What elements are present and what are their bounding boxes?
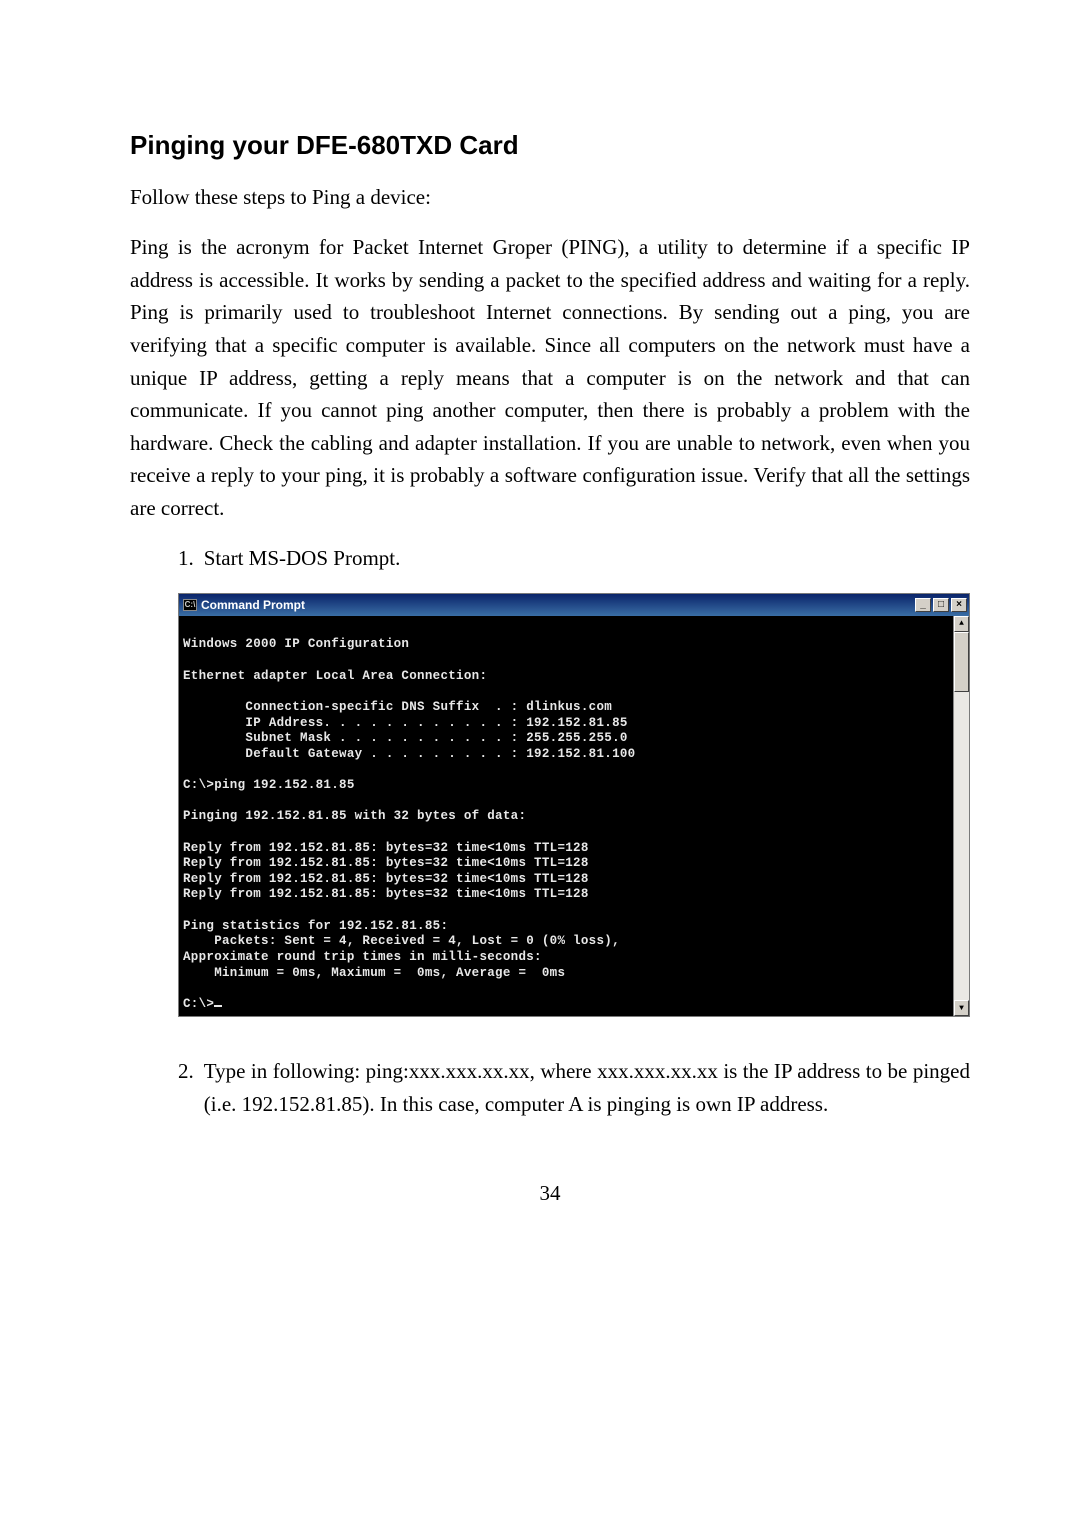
titlebar-left: C:\ Command Prompt (183, 598, 305, 612)
minimize-button[interactable]: _ (915, 598, 931, 612)
terminal-screenshot: C:\ Command Prompt _ □ × Windows 2000 IP… (178, 593, 970, 1018)
step-number: 1. (178, 542, 194, 575)
intro-text: Follow these steps to Ping a device: (130, 183, 970, 211)
window-titlebar: C:\ Command Prompt _ □ × (179, 594, 969, 616)
scroll-up-button[interactable]: ▲ (954, 616, 969, 632)
page-number: 34 (130, 1181, 970, 1206)
maximize-button[interactable]: □ (933, 598, 949, 612)
close-button[interactable]: × (951, 598, 967, 612)
command-prompt-window: C:\ Command Prompt _ □ × Windows 2000 IP… (178, 593, 970, 1018)
scroll-track[interactable] (954, 692, 969, 1001)
scrollbar[interactable]: ▲ ▼ (953, 616, 969, 1017)
step-number: 2. (178, 1055, 194, 1120)
step-text: Start MS-DOS Prompt. (204, 542, 970, 575)
cmd-icon: C:\ (183, 599, 197, 611)
step-2: 2. Type in following: ping:xxx.xxx.xx.xx… (178, 1055, 970, 1120)
window-title: Command Prompt (201, 598, 305, 612)
window-buttons: _ □ × (915, 598, 967, 612)
scroll-down-button[interactable]: ▼ (954, 1000, 969, 1016)
step-text: Type in following: ping:xxx.xxx.xx.xx, w… (204, 1055, 970, 1120)
scroll-thumb[interactable] (954, 632, 969, 692)
terminal-output: Windows 2000 IP Configuration Ethernet a… (179, 616, 953, 1017)
body-paragraph: Ping is the acronym for Packet Internet … (130, 231, 970, 524)
step-1: 1. Start MS-DOS Prompt. (178, 542, 970, 575)
section-heading: Pinging your DFE-680TXD Card (130, 130, 970, 161)
